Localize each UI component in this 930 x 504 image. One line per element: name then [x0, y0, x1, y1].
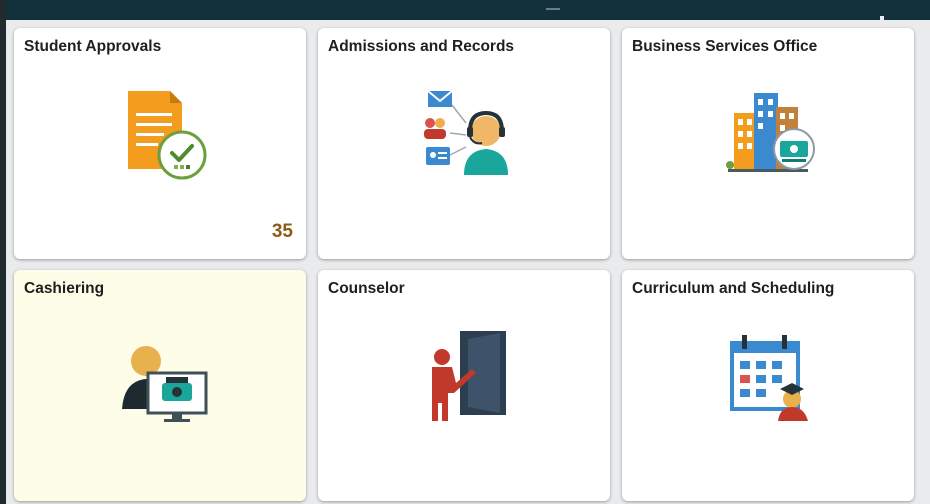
document-approval-icon	[128, 91, 207, 180]
tile-cashiering[interactable]: Cashiering	[14, 270, 306, 501]
tile-curriculum-and-scheduling[interactable]: Curriculum and Scheduling	[622, 270, 914, 501]
tile-title: Curriculum and Scheduling	[632, 280, 835, 297]
tile-counselor[interactable]: Counselor	[318, 270, 610, 501]
cashier-monitor-icon	[122, 346, 208, 422]
tile-title: Cashiering	[24, 280, 105, 297]
counselor-door-icon	[432, 331, 506, 421]
tile-title: Admissions and Records	[328, 38, 515, 55]
call-center-agent-icon	[424, 90, 508, 175]
banner-mark	[546, 8, 560, 10]
tile-title: Counselor	[328, 280, 405, 297]
menu-icon[interactable]	[880, 8, 892, 39]
tile-title: Business Services Office	[632, 38, 818, 55]
tile-title: Student Approvals	[24, 38, 162, 55]
tile-business-services-office[interactable]: Business Services Office	[622, 28, 914, 259]
top-banner	[6, 0, 930, 39]
approvals-count-badge: 35	[271, 221, 293, 242]
tile-admissions-and-records[interactable]: Admissions and Records	[318, 28, 610, 259]
calendar-graduate-icon	[730, 335, 808, 421]
tile-student-approvals[interactable]: Student Approvals 35	[14, 28, 306, 259]
office-buildings-money-icon	[726, 93, 815, 172]
